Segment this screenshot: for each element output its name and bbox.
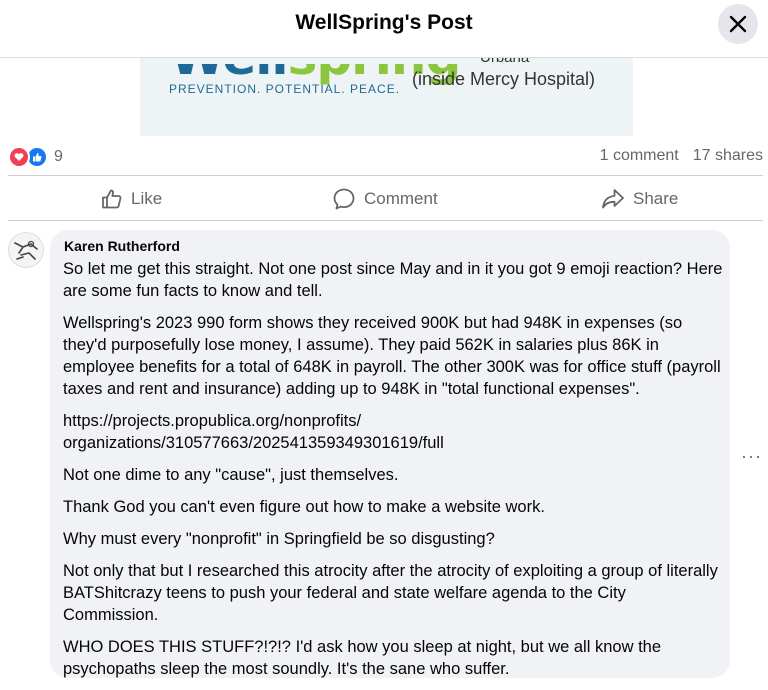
share-count-link[interactable]: 17 shares	[693, 147, 763, 165]
comment-paragraph: Thank God you can't even figure out how …	[63, 498, 545, 516]
avatar[interactable]	[8, 232, 44, 268]
like-label: Like	[131, 189, 163, 208]
post-stats: 1 comment 17 shares	[600, 147, 763, 165]
comment-author[interactable]: Karen Rutherford	[64, 238, 180, 254]
banner-city: Urbana	[480, 58, 529, 66]
reaction-count: 9	[54, 148, 63, 165]
avatar-sketch-icon	[14, 240, 38, 260]
comment-icon	[333, 188, 355, 210]
comment-body: So let me get this straight. Not one pos…	[63, 258, 723, 690]
reactions-summary[interactable]: 9	[8, 146, 63, 168]
divider	[8, 175, 763, 176]
comment-paragraph: So let me get this straight. Not one pos…	[63, 260, 723, 300]
comment-button[interactable]: Comment	[332, 184, 438, 214]
divider	[8, 220, 763, 221]
close-button[interactable]	[718, 4, 758, 44]
comment-paragraph: Not one dime to any "cause", just themse…	[63, 466, 399, 484]
comment-label: Comment	[364, 189, 438, 208]
comment-paragraph: Why must every "nonprofit" in Springfiel…	[63, 530, 495, 548]
comment-paragraph: WHO DOES THIS STUFF?!?!? I'd ask how you…	[63, 638, 662, 678]
page-title: WellSpring's Post	[295, 11, 473, 34]
like-button[interactable]: Like	[101, 184, 162, 214]
share-button[interactable]: Share	[601, 184, 678, 214]
comment-paragraph: Not only that but I researched this atro…	[63, 562, 718, 624]
share-icon	[602, 189, 624, 209]
comment-paragraph: Wellspring's 2023 990 form shows they re…	[63, 314, 721, 398]
post-image[interactable]: Wellspring PREVENTION. POTENTIAL. PEACE.…	[140, 58, 633, 136]
banner-location: (inside Mercy Hospital)	[412, 69, 596, 89]
post-header: WellSpring's Post	[0, 0, 768, 58]
thumbs-up-icon	[102, 189, 122, 209]
banner-tagline: PREVENTION. POTENTIAL. PEACE.	[169, 82, 401, 96]
share-label: Share	[633, 189, 679, 208]
comment-count-link[interactable]: 1 comment	[600, 147, 679, 165]
more-options-button[interactable]: ···	[741, 446, 762, 467]
love-reaction-icon	[8, 146, 30, 168]
comment-link[interactable]: https://projects.propublica.org/nonprofi…	[63, 410, 723, 454]
close-icon	[729, 15, 747, 33]
